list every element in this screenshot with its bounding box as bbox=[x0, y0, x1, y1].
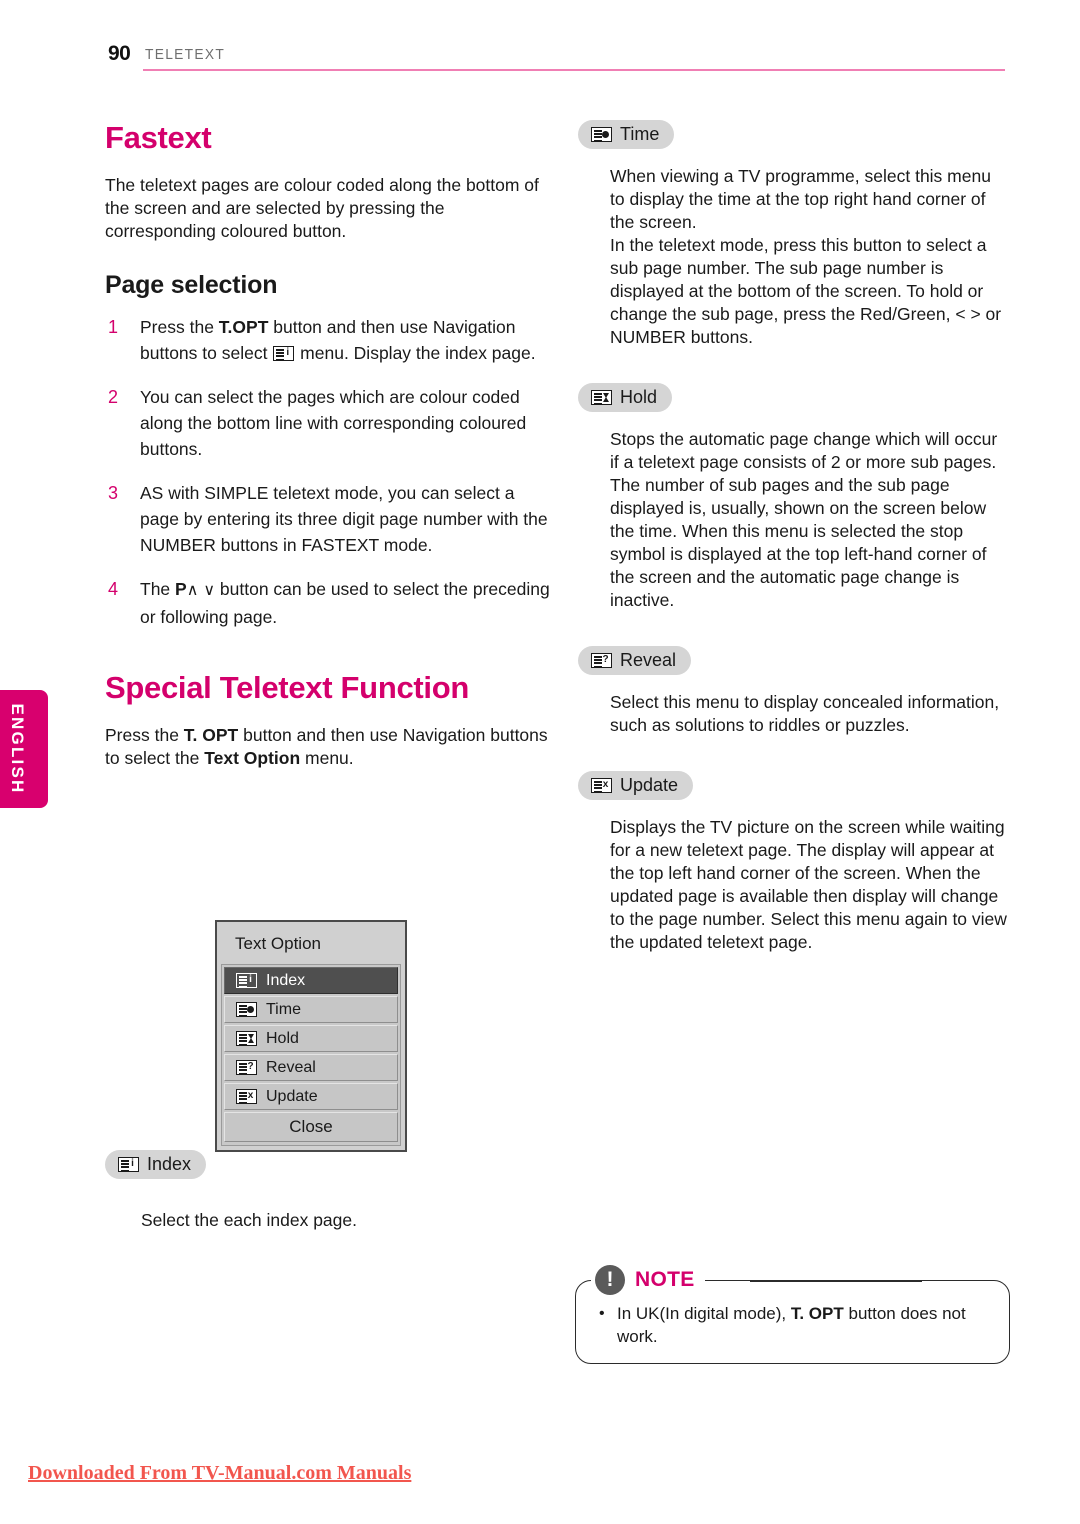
pill-update: x Update bbox=[578, 771, 694, 800]
note-header: ! NOTE bbox=[591, 1262, 705, 1298]
menu-item-label: Time bbox=[266, 1000, 301, 1018]
teletext-update-icon: x bbox=[236, 1089, 257, 1104]
note-text-pre: In UK(In digital mode), bbox=[617, 1304, 791, 1323]
right-column: Time When viewing a TV programme, select… bbox=[578, 120, 1008, 988]
block-paragraph: Stops the automatic page change which wi… bbox=[610, 429, 998, 472]
special-bold-textoption: Text Option bbox=[204, 748, 301, 768]
text-option-menu-list: i Index Time Hold ? Reveal x Update Clos… bbox=[221, 964, 401, 1146]
menu-item-reveal[interactable]: ? Reveal bbox=[224, 1054, 398, 1081]
text-option-menu[interactable]: Text Option i Index Time Hold ? Reveal x… bbox=[215, 920, 407, 1152]
teletext-reveal-icon: ? bbox=[591, 653, 612, 668]
exclamation-icon: ! bbox=[595, 1265, 625, 1295]
menu-item-label: Update bbox=[266, 1087, 318, 1105]
block-reveal: ? Reveal Select this menu to display con… bbox=[578, 646, 1008, 737]
chevron-down-icon: ∨ bbox=[203, 582, 216, 599]
step-number: 1 bbox=[108, 317, 119, 337]
pill-hold: Hold bbox=[578, 383, 673, 412]
teletext-hold-icon bbox=[236, 1031, 257, 1046]
index-caption-text: Select the each index page. bbox=[141, 1210, 357, 1230]
pill-label: Time bbox=[620, 124, 660, 144]
language-tab: ENGLISH bbox=[0, 690, 48, 808]
page-number: 90 bbox=[108, 42, 131, 65]
step-text-pre: Press the bbox=[140, 317, 219, 337]
special-paragraph: Press the T. OPT button and then use Nav… bbox=[105, 724, 550, 770]
step-number: 3 bbox=[108, 483, 119, 503]
language-tab-label: ENGLISH bbox=[8, 703, 27, 795]
block-paragraph: Displays the TV picture on the screen wh… bbox=[610, 817, 1007, 952]
chapter-title: TELETEXT bbox=[145, 46, 226, 63]
step-text-post: menu. Display the index page. bbox=[295, 343, 536, 363]
text-option-menu-title: Text Option bbox=[235, 934, 321, 953]
footer-watermark: Downloaded From TV-Manual.com Manuals bbox=[28, 1462, 412, 1484]
note-divider-rule bbox=[750, 1280, 922, 1282]
index-caption-block: i Index Select the each index page. bbox=[105, 1150, 545, 1232]
page-title: Fastext bbox=[105, 120, 212, 155]
note-label: NOTE bbox=[635, 1268, 695, 1291]
note-box: ! NOTE • In UK(In digital mode), T. OPT … bbox=[575, 1262, 1010, 1364]
bullet-icon: • bbox=[599, 1305, 605, 1322]
special-post: menu. bbox=[300, 748, 354, 768]
step-text-pre: The bbox=[140, 579, 176, 599]
teletext-index-icon: i bbox=[236, 973, 257, 988]
step-4: 4 The P∧ ∨ button can be used to select … bbox=[105, 576, 550, 630]
teletext-time-icon bbox=[591, 127, 612, 142]
steps-list: 1 Press the T.OPT button and then use Na… bbox=[105, 314, 550, 630]
special-pre: Press the bbox=[105, 725, 184, 745]
menu-item-label: Index bbox=[266, 971, 306, 989]
step-3: 3 AS with SIMPLE teletext mode, you can … bbox=[105, 480, 550, 558]
note-body: • In UK(In digital mode), T. OPT button … bbox=[599, 1302, 989, 1348]
block-update: x Update Displays the TV picture on the … bbox=[578, 771, 1008, 954]
pill-label: Hold bbox=[620, 387, 658, 407]
menu-item-time[interactable]: Time bbox=[224, 996, 398, 1023]
step-text: AS with SIMPLE teletext mode, you can se… bbox=[140, 483, 548, 555]
step-1: 1 Press the T.OPT button and then use Na… bbox=[105, 314, 550, 366]
pill-time: Time bbox=[578, 120, 675, 149]
block-paragraph: When viewing a TV programme, select this… bbox=[610, 166, 991, 232]
pill-index: i Index bbox=[105, 1150, 207, 1179]
block-paragraph: The number of sub pages and the sub page… bbox=[610, 475, 987, 610]
chevron-up-icon: ∧ bbox=[186, 582, 199, 599]
close-button[interactable]: Close bbox=[224, 1112, 398, 1142]
block-hold: Hold Stops the automatic page change whi… bbox=[578, 383, 1008, 612]
pill-label: Reveal bbox=[620, 650, 677, 670]
note-bold-topt: T. OPT bbox=[790, 1304, 844, 1323]
pill-label: Update bbox=[620, 775, 679, 795]
teletext-reveal-icon: ? bbox=[236, 1060, 257, 1075]
header-rule bbox=[143, 69, 1005, 71]
step-bold-topt: T.OPT bbox=[218, 317, 269, 337]
subsection-title: Page selection bbox=[105, 271, 278, 299]
teletext-index-icon: i bbox=[273, 346, 295, 361]
intro-paragraph: The teletext pages are colour coded alon… bbox=[105, 175, 539, 241]
pill-label: Index bbox=[147, 1154, 192, 1174]
note-text: In UK(In digital mode), T. OPT button do… bbox=[617, 1302, 989, 1348]
menu-item-update[interactable]: x Update bbox=[224, 1083, 398, 1110]
section-title-special: Special Teletext Function bbox=[105, 670, 470, 705]
menu-item-label: Reveal bbox=[266, 1058, 316, 1076]
block-time: Time When viewing a TV programme, select… bbox=[578, 120, 1008, 349]
step-text: You can select the pages which are colou… bbox=[140, 387, 527, 459]
block-paragraph: In the teletext mode, press this button … bbox=[610, 235, 1002, 347]
step-number: 4 bbox=[108, 579, 119, 599]
teletext-hold-icon bbox=[591, 390, 612, 405]
special-bold-topt: T. OPT bbox=[183, 725, 239, 745]
menu-item-index[interactable]: i Index bbox=[224, 967, 398, 994]
step-bold-p: P bbox=[175, 579, 187, 599]
teletext-index-icon: i bbox=[118, 1157, 139, 1172]
teletext-update-icon: x bbox=[591, 778, 612, 793]
step-text-post: button can be used to select the precedi… bbox=[140, 579, 550, 627]
left-column: Fastext The teletext pages are colour co… bbox=[105, 120, 550, 784]
pill-reveal: ? Reveal bbox=[578, 646, 692, 675]
step-2: 2 You can select the pages which are col… bbox=[105, 384, 550, 462]
step-number: 2 bbox=[108, 387, 119, 407]
teletext-time-icon bbox=[236, 1002, 257, 1017]
page-header: 90 TELETEXT bbox=[0, 42, 1080, 78]
menu-item-hold[interactable]: Hold bbox=[224, 1025, 398, 1052]
menu-item-label: Hold bbox=[266, 1029, 299, 1047]
block-paragraph: Select this menu to display concealed in… bbox=[610, 692, 1000, 735]
